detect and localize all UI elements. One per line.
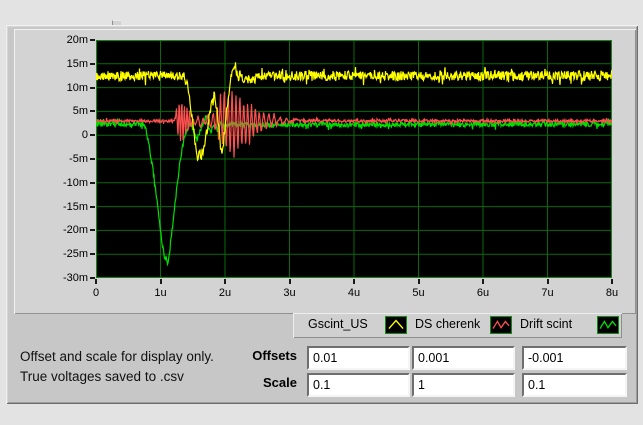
x-tick-mark (482, 279, 484, 284)
x-tick-label: 5u (412, 287, 425, 299)
x-tick-label: 6u (476, 287, 490, 299)
legend-label-drift-scint: Drift scint (520, 317, 573, 331)
y-tick-label: -10m (62, 176, 88, 189)
offset-input-2[interactable] (414, 348, 513, 368)
x-tick-label: 1u (154, 287, 167, 299)
info-text-line1: Offset and scale for display only. (20, 349, 214, 364)
offset-field-1[interactable] (307, 346, 410, 370)
info-text-line2: True voltages saved to .csv (20, 369, 184, 384)
legend-label-gscint-us: Gscint_US (308, 317, 368, 331)
offset-input-3[interactable] (524, 348, 625, 368)
x-tick-label: 7u (541, 287, 554, 299)
x-tick-mark (417, 279, 420, 284)
y-tick-mark (90, 205, 95, 208)
y-tick-mark (90, 39, 95, 41)
y-tick-label: -15m (62, 200, 88, 213)
plot-line-icon (599, 320, 617, 329)
x-tick-mark (353, 279, 355, 284)
scale-input-2[interactable] (414, 375, 513, 395)
y-tick-label: -30m (62, 272, 88, 284)
offset-field-2[interactable] (412, 346, 515, 370)
info-text: Offset and scale for display only. True … (20, 347, 290, 387)
y-tick-mark (90, 86, 95, 89)
y-tick-mark (90, 181, 95, 184)
offset-field-3[interactable] (522, 346, 627, 370)
x-tick-label: 3u (283, 287, 296, 299)
x-tick-label: 0 (92, 287, 100, 299)
main-panel: 20m 15m 10m 5m 0 -5m -10m -15m -20m -25m -30m 0 1u 2u… (6, 25, 638, 404)
offset-input-1[interactable] (309, 348, 408, 368)
waveform-graph-panel: 20m 15m 10m 5m 0 -5m -10m -15m -20m -25m -30m 0 1u 2u… (14, 29, 636, 314)
y-tick-mark (90, 134, 95, 137)
y-tick-label: -20m (62, 224, 88, 237)
plot-line-icon (492, 320, 510, 329)
y-tick-label: 20m (66, 34, 88, 46)
x-tick-label: 2u (218, 287, 232, 299)
y-tick-label: 10m (66, 81, 88, 94)
y-tick-label: -25m (62, 248, 88, 261)
x-tick-mark (546, 279, 549, 284)
scale-input-1[interactable] (309, 375, 408, 395)
x-tick-label: 4u (347, 287, 361, 299)
plot-line-icon (388, 319, 404, 329)
y-tick-label: 0 (81, 129, 88, 142)
y-tick-mark (90, 253, 95, 256)
y-tick-mark (90, 62, 95, 65)
x-tick-label: 8u (605, 287, 619, 299)
plot-area[interactable] (96, 40, 612, 278)
legend-glyph-gscint-us[interactable] (385, 316, 407, 334)
x-tick-mark (95, 279, 97, 284)
y-tick-label: 5m (72, 105, 88, 118)
plot-svg (96, 40, 612, 278)
x-tick-mark (288, 279, 291, 284)
y-tick-label: -5m (69, 153, 88, 165)
y-tick-mark (90, 158, 95, 160)
scale-field-3[interactable] (522, 373, 627, 397)
labview-front-panel: 20m 15m 10m 5m 0 -5m -10m -15m -20m -25m -30m 0 1u 2u… (0, 0, 643, 425)
legend-glyph-drift-scint[interactable] (597, 316, 619, 334)
legend-glyph-ds-cherenk[interactable] (490, 316, 512, 334)
x-tick-mark (159, 279, 162, 284)
y-tick-mark (90, 229, 95, 232)
scale-field-2[interactable] (412, 373, 515, 397)
scale-input-3[interactable] (524, 375, 625, 395)
plot-legend: Gscint_US DS cherenk Drift scint (293, 313, 622, 338)
x-tick-mark (611, 279, 613, 284)
legend-label-ds-cherenk: DS cherenk (415, 317, 481, 331)
y-tick-label: 15m (66, 57, 88, 70)
x-tick-mark (224, 279, 226, 284)
scale-field-1[interactable] (307, 373, 410, 397)
y-tick-mark (90, 110, 95, 113)
